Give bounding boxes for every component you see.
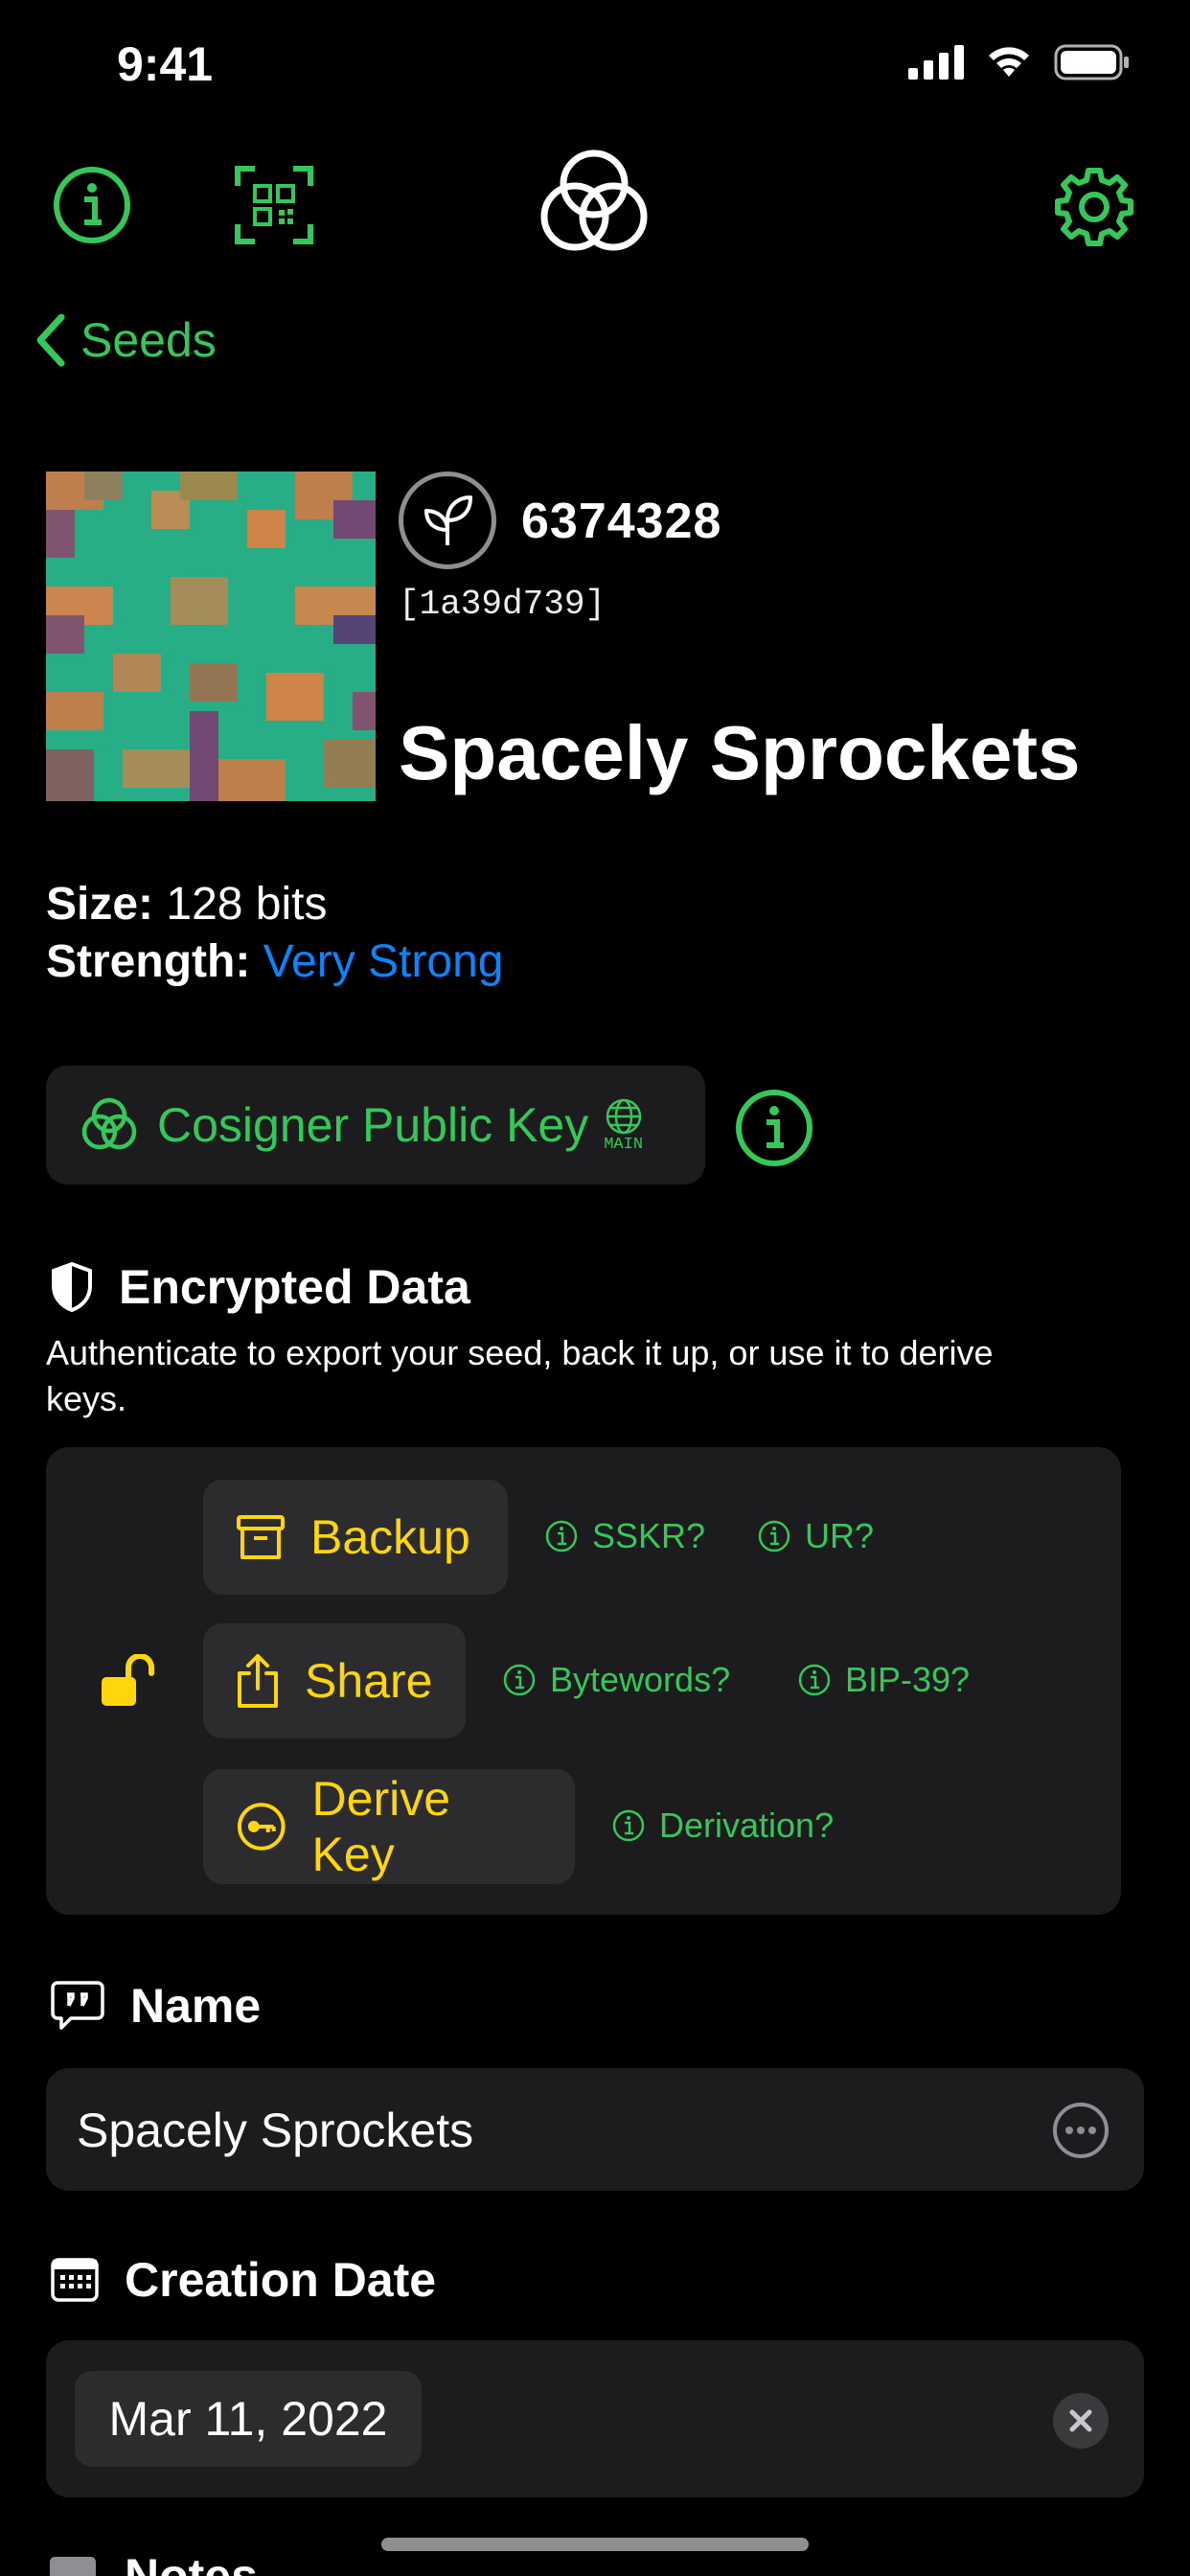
backup-label: Backup — [310, 1510, 470, 1564]
home-indicator[interactable] — [381, 2538, 809, 2551]
bytewords-info-label: Bytewords? — [550, 1660, 731, 1699]
seed-number: 6374328 — [521, 494, 722, 549]
cellular-signal-icon — [908, 45, 964, 80]
info-button[interactable] — [52, 165, 132, 245]
info-circle-icon — [54, 167, 130, 243]
seed-fingerprint: [1a39d739] — [399, 585, 606, 624]
strength-row: Strength: Very Strong — [46, 935, 503, 988]
battery-icon — [1054, 44, 1129, 80]
derive-key-label: Derive Key — [311, 1772, 451, 1881]
seed-name-title: Spacely Sprockets — [399, 710, 1081, 795]
strength-label: Strength: — [46, 936, 251, 987]
encrypted-data-title: Encrypted Data — [119, 1260, 470, 1314]
ur-info-label: UR? — [805, 1516, 875, 1555]
size-label: Size: — [46, 879, 154, 930]
name-section-title: Name — [130, 1979, 262, 2033]
lifehash-image — [46, 472, 376, 801]
encrypted-data-header: Encrypted Data — [50, 1259, 470, 1315]
qr-scan-icon — [235, 166, 313, 244]
encrypted-data-description: Authenticate to export your seed, back i… — [46, 1333, 994, 1418]
backup-button[interactable]: Backup — [203, 1480, 508, 1595]
key-icon — [237, 1803, 286, 1851]
name-header: Name — [50, 1978, 261, 2034]
bip39-info-label: BIP-39? — [845, 1660, 971, 1699]
archive-box-icon — [237, 1515, 285, 1559]
wifi-icon — [989, 47, 1029, 77]
cosigner-label: Cosigner Public Key — [157, 1098, 589, 1152]
creation-date-title: Creation Date — [125, 2253, 437, 2307]
bip39-info-button[interactable]: BIP-39? — [797, 1660, 970, 1700]
derivation-info-button[interactable]: Derivation? — [611, 1806, 834, 1846]
creation-date-picker[interactable]: Mar 11, 2022 — [75, 2371, 422, 2467]
info-circle-icon — [545, 1520, 578, 1552]
back-button[interactable]: Seeds — [34, 312, 217, 368]
status-icons — [908, 44, 1131, 80]
share-button[interactable]: Share — [203, 1623, 466, 1738]
sskr-info-button[interactable]: SSKR? — [544, 1516, 705, 1556]
derivation-info-label: Derivation? — [659, 1806, 835, 1845]
info-circle-icon — [758, 1520, 790, 1552]
logo-icon — [81, 1097, 137, 1150]
settings-button[interactable] — [1052, 165, 1133, 246]
derive-key-button[interactable]: Derive Key — [203, 1769, 575, 1884]
back-label: Seeds — [80, 313, 217, 367]
logo-icon — [540, 150, 648, 251]
scan-qr-button[interactable] — [234, 165, 314, 245]
cosigner-public-key-button[interactable]: Cosigner Public Key MAIN — [46, 1066, 705, 1184]
close-circle-icon — [1053, 2393, 1109, 2449]
share-icon — [238, 1654, 278, 1708]
cosigner-info-button[interactable] — [734, 1088, 814, 1168]
network-label: MAIN — [604, 1135, 644, 1154]
quote-bubble-icon — [51, 1981, 104, 2030]
globe-icon — [606, 1098, 641, 1134]
info-circle-icon — [503, 1664, 536, 1696]
seed-type-badge — [399, 472, 496, 569]
notes-section-title: Notes — [125, 2549, 258, 2576]
share-label: Share — [305, 1654, 433, 1708]
ellipsis-circle-icon — [1053, 2103, 1109, 2158]
name-options-button[interactable] — [1052, 2102, 1110, 2164]
unlocked-icon — [100, 1653, 157, 1713]
status-time: 9:41 — [117, 37, 214, 91]
clear-date-button[interactable] — [1052, 2392, 1110, 2454]
info-circle-icon — [736, 1090, 812, 1166]
chevron-left-icon — [36, 313, 65, 367]
creation-date-header: Creation Date — [50, 2252, 436, 2308]
notes-icon — [50, 2557, 96, 2576]
ur-info-button[interactable]: UR? — [757, 1516, 874, 1556]
sprout-icon — [424, 495, 472, 545]
network-badge: MAIN — [604, 1097, 643, 1154]
shield-icon — [52, 1261, 92, 1313]
size-row: Size: 128 bits — [46, 878, 328, 931]
info-circle-icon — [612, 1809, 645, 1842]
bytewords-info-button[interactable]: Bytewords? — [502, 1660, 730, 1700]
calendar-icon — [51, 2258, 99, 2302]
name-input-value[interactable]: Spacely Sprockets — [77, 2103, 473, 2158]
info-circle-icon — [798, 1664, 831, 1696]
strength-value: Very Strong — [263, 936, 504, 987]
app-logo — [537, 146, 652, 261]
gear-icon — [1055, 168, 1133, 246]
size-value: 128 bits — [166, 879, 328, 930]
sskr-info-label: SSKR? — [592, 1516, 706, 1555]
